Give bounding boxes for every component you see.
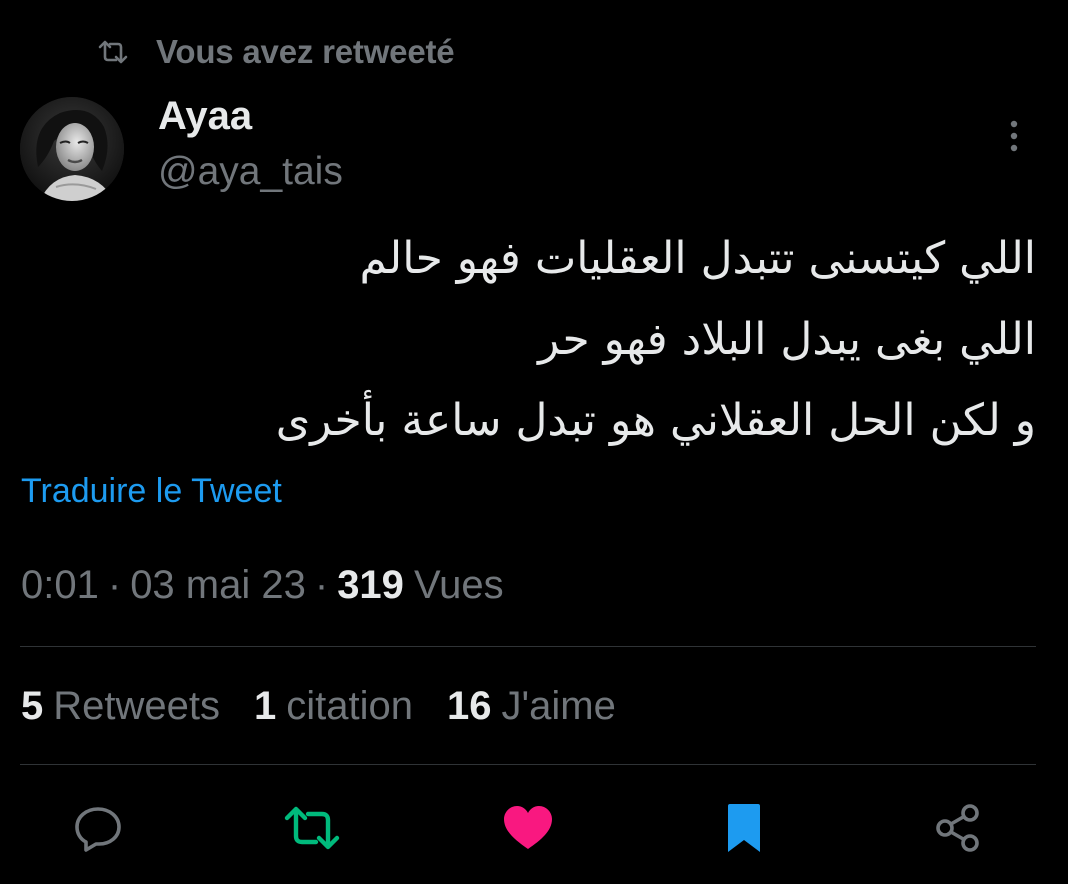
display-name[interactable]: Ayaa — [158, 94, 252, 139]
reply-button[interactable] — [66, 798, 130, 862]
retweets-count: 5 — [21, 684, 44, 728]
share-icon — [933, 803, 983, 858]
retweet-icon — [283, 806, 341, 855]
likes-count: 16 — [447, 684, 492, 728]
like-icon — [501, 804, 555, 857]
retweet-context-label: Vous avez retweeté — [156, 33, 455, 70]
views-count: 319 — [337, 563, 404, 607]
tweet-date[interactable]: 03 mai 23 — [130, 563, 306, 608]
bookmark-icon — [724, 802, 764, 859]
quotes-count: 1 — [254, 684, 277, 728]
likes-stat[interactable]: 16 J'aime — [447, 684, 616, 729]
tweet-line: اللي بغى يبدل البلاد فهو حر — [538, 314, 1036, 365]
retweet-context: Vous avez retweeté — [96, 28, 455, 76]
user-handle[interactable]: @aya_tais — [158, 150, 343, 194]
tweet-stats: 5 Retweets 1 citation 16 J'aime — [21, 684, 650, 729]
share-button[interactable] — [926, 798, 990, 862]
retweet-icon — [96, 38, 130, 66]
more-options-button[interactable] — [996, 118, 1032, 158]
tweet-time[interactable]: 0:01 — [21, 563, 99, 608]
bookmark-button[interactable] — [712, 798, 776, 862]
quotes-label: citation — [286, 684, 413, 728]
avatar[interactable] — [20, 97, 124, 201]
more-vertical-icon — [1009, 119, 1019, 158]
tweet-line: اللي كيتسنى تتبدل العقليات فهو حالم — [359, 233, 1037, 284]
meta-separator: · — [314, 563, 329, 607]
retweet-button[interactable] — [280, 798, 344, 862]
tweet-actions — [0, 790, 1068, 870]
tweet-text: اللي كيتسنى تتبدل العقليات فهو حالم اللي… — [176, 218, 1036, 461]
tweet-line: و لكن الحل العقلاني هو تبدل ساعة بأخرى — [275, 395, 1036, 446]
divider — [20, 764, 1036, 765]
quotes-stat[interactable]: 1 citation — [254, 684, 413, 729]
meta-separator: · — [107, 563, 122, 607]
divider — [20, 646, 1036, 647]
reply-icon — [72, 803, 124, 858]
translate-tweet-link[interactable]: Traduire le Tweet — [21, 472, 282, 511]
retweets-label: Retweets — [53, 684, 220, 728]
like-button[interactable] — [496, 798, 560, 862]
tweet-meta: 0:01 · 03 mai 23 · 319 Vues — [21, 563, 504, 608]
views-label: Vues — [413, 563, 504, 607]
likes-label: J'aime — [501, 684, 616, 728]
retweets-stat[interactable]: 5 Retweets — [21, 684, 220, 729]
